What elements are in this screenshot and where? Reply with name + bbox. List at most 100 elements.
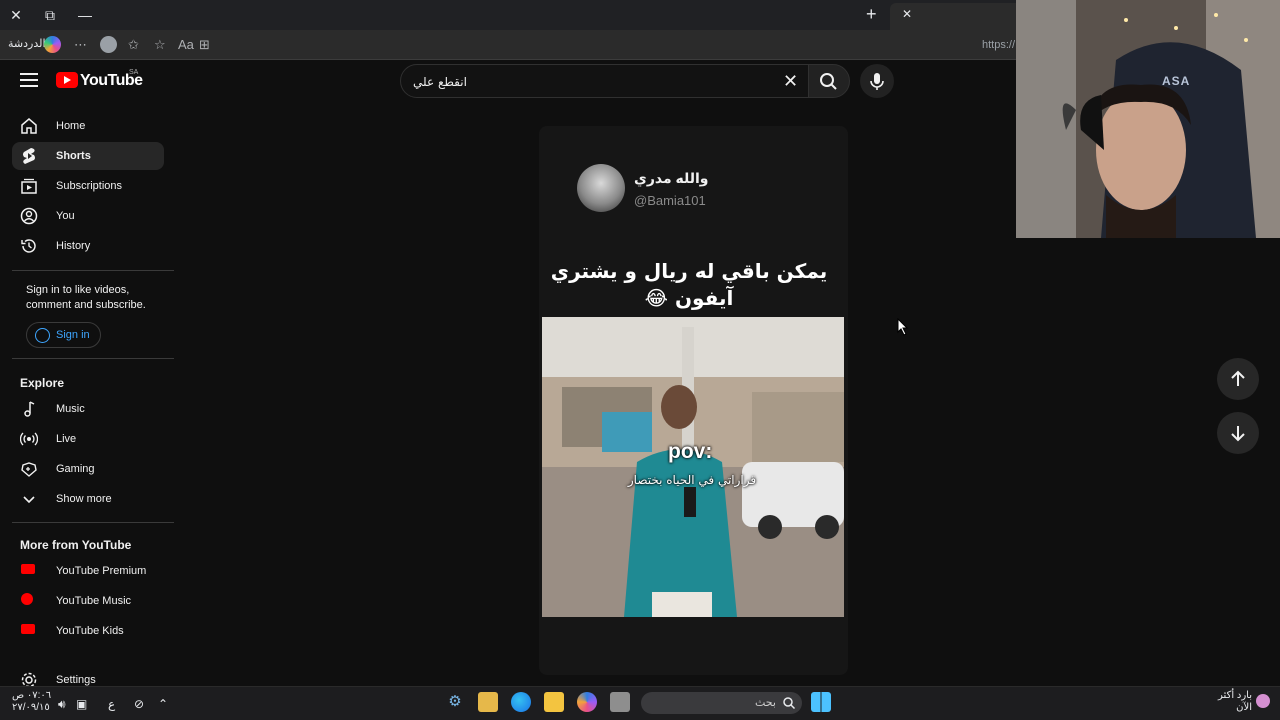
sidebar-item-label: Subscriptions bbox=[56, 180, 123, 192]
chair-brand-label: ASA bbox=[1162, 74, 1191, 88]
short-video-frame[interactable] bbox=[542, 317, 844, 617]
taskbar-clock[interactable]: ٠٧:٠٦ ص ٢٧/٠٩/١٥ bbox=[12, 690, 51, 714]
weather-icon bbox=[1256, 694, 1270, 708]
more-options-icon[interactable]: ⋯ bbox=[74, 37, 87, 53]
sidebar-item-youtube-kids[interactable]: YouTube Kids bbox=[12, 617, 164, 645]
youtube-music-icon bbox=[21, 593, 33, 605]
favorites-icon[interactable]: ☆ bbox=[154, 37, 166, 53]
split-screen-icon[interactable]: ⊞ bbox=[199, 37, 210, 53]
profile-avatar[interactable] bbox=[100, 36, 117, 53]
sidebar-item-label: Show more bbox=[56, 493, 112, 505]
sidebar-item-label: Home bbox=[56, 120, 86, 132]
sign-in-label: Sign in bbox=[56, 329, 90, 341]
arrow-up-icon bbox=[1231, 370, 1245, 386]
new-tab-button[interactable]: + bbox=[866, 4, 877, 25]
sidebar-item-live[interactable]: Live bbox=[12, 425, 164, 453]
chevron-down-icon bbox=[23, 496, 35, 504]
copilot-taskbar-icon[interactable] bbox=[577, 692, 597, 712]
sidebar-item-shorts[interactable]: Shorts bbox=[12, 142, 164, 170]
microphone-icon bbox=[870, 73, 884, 90]
voice-search-button[interactable] bbox=[860, 64, 894, 98]
sidebar-item-you[interactable]: You bbox=[12, 202, 164, 230]
network-off-icon[interactable]: ⊘ bbox=[134, 697, 144, 711]
sidebar-item-show-more[interactable]: Show more bbox=[12, 485, 164, 513]
overlay-subtitle: قراراتي في الحياه بختصار bbox=[627, 473, 757, 487]
volume-icon[interactable]: 🔊︎ bbox=[58, 697, 66, 712]
sign-in-button[interactable]: Sign in bbox=[26, 322, 101, 348]
file-explorer-icon[interactable] bbox=[544, 692, 564, 712]
sidebar-item-label: Gaming bbox=[56, 463, 95, 475]
you-icon bbox=[20, 207, 38, 225]
sidebar-item-youtube-music[interactable]: YouTube Music bbox=[12, 587, 164, 615]
sidebar-item-label: Shorts bbox=[56, 150, 91, 162]
shorts-icon bbox=[23, 148, 35, 164]
copilot-label[interactable]: الدردشة bbox=[8, 37, 46, 50]
menu-icon[interactable] bbox=[20, 73, 38, 87]
clock-date: ٢٧/٠٩/١٥ bbox=[12, 702, 50, 713]
steam-icon[interactable]: ⚙ bbox=[445, 692, 465, 712]
sidebar-item-subscriptions[interactable]: Subscriptions bbox=[12, 172, 164, 200]
weather-widget[interactable]: بارد أكثر الآن bbox=[1212, 690, 1252, 714]
history-icon bbox=[21, 239, 36, 253]
display-icon[interactable]: ▣ bbox=[76, 697, 87, 711]
sidebar-item-label: YouTube Music bbox=[56, 595, 132, 607]
youtube-premium-icon bbox=[21, 564, 35, 574]
search-input[interactable] bbox=[413, 72, 773, 92]
search-icon bbox=[820, 73, 837, 90]
short-caption: يمكن باقي له ريال و يشتري آيفون 😂 bbox=[550, 259, 828, 310]
sidebar-item-label: YouTube Kids bbox=[56, 625, 124, 637]
home-icon bbox=[21, 118, 37, 134]
tab-close-icon[interactable]: ✕ bbox=[902, 7, 912, 21]
translate-icon[interactable]: Aa bbox=[178, 37, 194, 52]
video-scene bbox=[542, 317, 844, 617]
sidebar-item-label: Live bbox=[56, 433, 77, 445]
sidebar-item-label: YouTube Premium bbox=[56, 565, 147, 577]
taskbar-search-label: بحث bbox=[755, 697, 776, 709]
live-icon bbox=[20, 432, 38, 446]
sidebar-item-youtube-premium[interactable]: YouTube Premium bbox=[12, 557, 164, 585]
tray-overflow-icon[interactable]: ⌃ bbox=[158, 697, 168, 711]
sidebar-divider bbox=[12, 522, 174, 523]
store-icon[interactable] bbox=[478, 692, 498, 712]
next-short-button[interactable] bbox=[1217, 412, 1259, 454]
music-icon bbox=[24, 401, 35, 417]
sidebar-divider bbox=[12, 358, 174, 359]
sidebar-item-home[interactable]: Home bbox=[12, 112, 164, 140]
edge-browser-icon[interactable] bbox=[511, 692, 531, 712]
sidebar-item-music[interactable]: Music bbox=[12, 395, 164, 423]
search-button[interactable] bbox=[808, 64, 850, 98]
author-name: والله مدري bbox=[634, 170, 709, 186]
clock-time: ٠٧:٠٦ ص bbox=[12, 690, 52, 701]
app-taskbar-icon[interactable] bbox=[610, 692, 630, 712]
clear-search-icon[interactable]: ✕ bbox=[783, 71, 798, 92]
more-from-youtube-heading: More from YouTube bbox=[20, 538, 132, 552]
sidebar-item-gaming[interactable]: Gaming bbox=[12, 455, 164, 483]
sidebar-divider bbox=[12, 270, 174, 271]
previous-short-button[interactable] bbox=[1217, 358, 1259, 400]
subscriptions-icon bbox=[21, 178, 37, 194]
language-indicator[interactable]: ع bbox=[108, 697, 115, 711]
restore-window-icon[interactable]: ⧉ bbox=[41, 6, 59, 24]
arrow-down-icon bbox=[1231, 426, 1245, 442]
address-bar[interactable]: https:// bbox=[982, 39, 1015, 51]
sidebar-item-label: Music bbox=[56, 403, 85, 415]
sidebar-item-history[interactable]: History bbox=[12, 232, 164, 260]
close-window-icon[interactable]: ✕ bbox=[7, 6, 25, 24]
minimize-window-icon[interactable]: — bbox=[76, 6, 94, 24]
gear-icon bbox=[21, 672, 37, 686]
author-handle: @Bamia101 bbox=[634, 193, 706, 208]
search-box: ✕ bbox=[400, 64, 810, 98]
youtube-logo-icon[interactable] bbox=[56, 72, 78, 88]
start-menu-icon[interactable] bbox=[811, 692, 831, 712]
streamer-camera-image bbox=[1016, 0, 1280, 238]
gaming-icon bbox=[21, 462, 37, 477]
copilot-icon[interactable] bbox=[44, 36, 61, 53]
sidebar-item-settings[interactable]: Settings bbox=[12, 666, 164, 686]
taskbar-search[interactable]: بحث bbox=[641, 692, 802, 714]
collections-icon[interactable]: ✩ bbox=[128, 37, 139, 53]
signin-prompt: Sign in to like videos, comment and subs… bbox=[26, 284, 146, 311]
account-icon bbox=[35, 328, 50, 343]
taskbar bbox=[0, 686, 1280, 720]
mouse-cursor-icon bbox=[897, 318, 909, 336]
sidebar-item-label: Settings bbox=[56, 674, 96, 686]
